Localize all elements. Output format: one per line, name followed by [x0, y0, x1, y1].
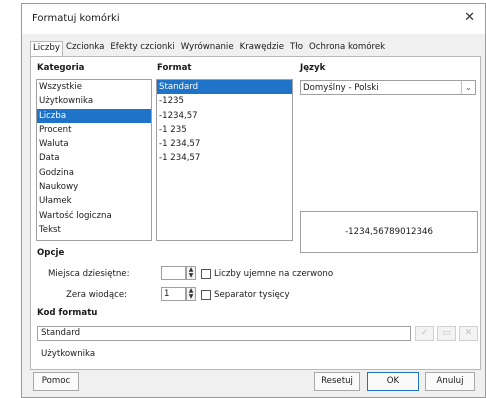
list-item[interactable]: Ułamek: [37, 194, 151, 208]
list-item[interactable]: Użytkownika: [37, 94, 151, 108]
options-header: Opcje: [37, 248, 65, 258]
list-item[interactable]: Godzina: [37, 166, 151, 180]
help-button[interactable]: Pomoc: [33, 372, 79, 391]
category-header: Kategoria: [37, 63, 85, 73]
list-item[interactable]: Tekst: [37, 223, 151, 237]
negative-red-label: Liczby ujemne na czerwono: [214, 269, 334, 279]
language-header: Język: [300, 63, 326, 73]
cancel-button[interactable]: Anuluj: [425, 372, 475, 391]
list-item[interactable]: Data: [37, 151, 151, 165]
format-comment: Użytkownika: [41, 349, 96, 359]
checkmark-icon[interactable]: ✓: [415, 326, 434, 341]
list-item[interactable]: -1 234,57: [157, 137, 292, 151]
list-item[interactable]: Liczba: [37, 108, 151, 123]
numbers-panel: Kategoria Wszystkie Użytkownika Liczba P…: [30, 56, 481, 370]
list-item[interactable]: Wszystkie: [37, 80, 151, 94]
close-icon[interactable]: ✕: [464, 10, 475, 25]
leading-zeros-stepper[interactable]: ▲ ▼: [186, 287, 196, 301]
tab-czcionka[interactable]: Czcionka: [63, 40, 107, 55]
thousands-separator-label: Separator tysięcy: [214, 290, 290, 300]
preview-value: -1234,56789012346: [345, 227, 433, 237]
chevron-down-icon[interactable]: ⌄: [461, 81, 475, 94]
language-dropdown[interactable]: Domyślny - Polski ⌄: [300, 80, 476, 95]
tab-tlo[interactable]: Tło: [287, 40, 306, 55]
leading-zeros-label: Zera wiodące:: [66, 290, 128, 300]
format-cells-dialog: Formatuj komórki ✕ Liczby Czcionka Efekt…: [21, 3, 486, 398]
format-preview: -1234,56789012346: [300, 211, 478, 253]
dialog-title: Formatuj komórki: [32, 13, 120, 24]
spin-down-icon[interactable]: ▼: [187, 294, 195, 300]
format-code-header: Kod formatu: [37, 308, 98, 318]
category-list[interactable]: Wszystkie Użytkownika Liczba Procent Wal…: [36, 79, 152, 241]
format-code-input[interactable]: Standard: [37, 326, 411, 341]
decimal-places-field[interactable]: [161, 266, 186, 280]
list-item[interactable]: -1 234,57: [157, 151, 292, 165]
decimal-places-label: Miejsca dziesiętne:: [48, 269, 130, 279]
leading-zeros-field[interactable]: 1: [161, 287, 186, 301]
language-value: Domyślny - Polski: [303, 83, 379, 93]
tab-efekty-czcionki[interactable]: Efekty czcionki: [107, 40, 177, 55]
delete-icon[interactable]: ✕: [459, 326, 478, 341]
list-item[interactable]: -1 235: [157, 123, 292, 137]
list-item[interactable]: -1235: [157, 94, 292, 108]
negative-red-checkbox[interactable]: [201, 269, 211, 279]
spin-down-icon[interactable]: ▼: [187, 273, 195, 279]
tab-ochrona-komorek[interactable]: Ochrona komórek: [306, 40, 388, 55]
tab-krawedzie[interactable]: Krawędzie: [237, 40, 287, 55]
list-item[interactable]: Procent: [37, 123, 151, 137]
tab-liczby[interactable]: Liczby: [30, 41, 63, 56]
tab-wyrownanie[interactable]: Wyrównanie: [178, 40, 237, 55]
thousands-separator-checkbox[interactable]: [201, 290, 211, 300]
format-list[interactable]: Standard -1235 -1234,57 -1 235 -1 234,57…: [156, 79, 293, 241]
list-item[interactable]: Wartość logiczna: [37, 209, 151, 223]
ok-button[interactable]: OK: [367, 372, 419, 391]
list-item[interactable]: -1234,57: [157, 109, 292, 123]
decimal-places-stepper[interactable]: ▲ ▼: [186, 266, 196, 280]
title-bar: Formatuj komórki ✕: [22, 4, 485, 34]
format-header: Format: [157, 63, 192, 73]
list-item[interactable]: Naukowy: [37, 180, 151, 194]
reset-button[interactable]: Resetuj: [314, 372, 360, 391]
tab-bar: Liczby Czcionka Efekty czcionki Wyrównan…: [30, 40, 388, 56]
comment-icon[interactable]: ▭: [437, 326, 456, 341]
list-item[interactable]: Waluta: [37, 137, 151, 151]
list-item[interactable]: Standard: [157, 80, 292, 95]
